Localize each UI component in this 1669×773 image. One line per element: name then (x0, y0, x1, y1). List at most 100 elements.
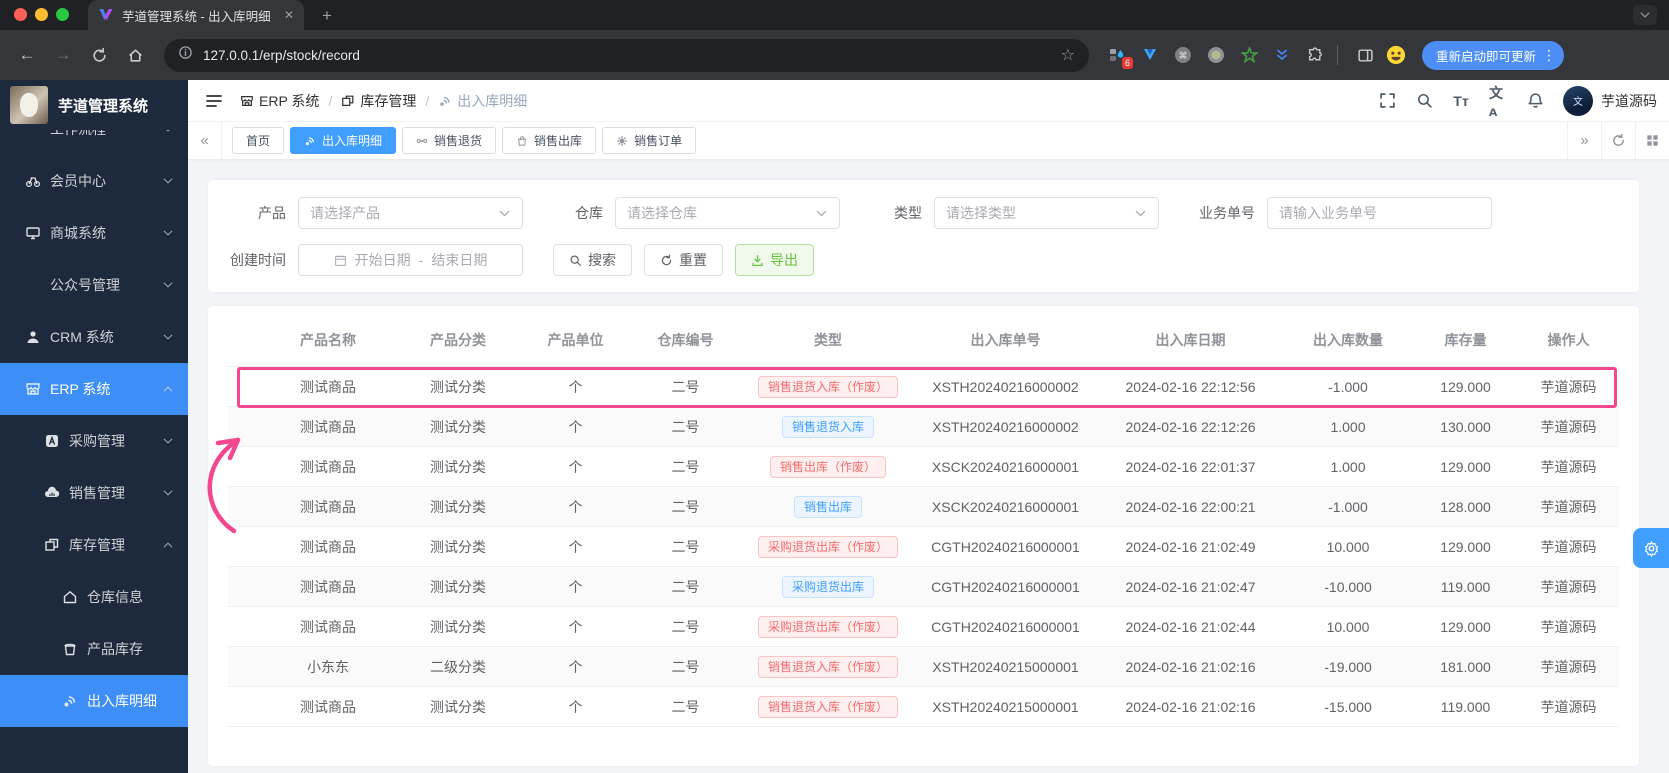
tags-layout-grid-icon[interactable] (1635, 122, 1669, 159)
chevrons-extension-icon[interactable] (1272, 45, 1292, 65)
star-extension-icon[interactable] (1239, 45, 1259, 65)
tags-scroll-left-icon[interactable]: « (188, 122, 222, 159)
table-row[interactable]: 测试商品测试分类个二号采购退货出库（作废）CGTH202402160000012… (228, 527, 1619, 567)
tab-销售退货[interactable]: 销售退货 (402, 127, 496, 154)
product-icon (62, 641, 78, 657)
cell-type: 销售退货入库（作废） (743, 687, 913, 727)
bizno-input[interactable]: 请输入业务单号 (1267, 197, 1492, 229)
language-icon[interactable]: 文ᴀ (1489, 92, 1507, 110)
cell-operator: 芋道源码 (1518, 407, 1619, 447)
bell-icon[interactable] (1526, 92, 1544, 110)
profile-avatar-icon[interactable] (1386, 45, 1406, 65)
sidebar-item-会员中心[interactable]: 会员中心 (0, 155, 188, 207)
sidebar-item-销售管理[interactable]: 销售管理 (0, 467, 188, 519)
table-row[interactable]: 测试商品测试分类个二号销售退货入库（作废）XSTH202402160000022… (228, 367, 1619, 407)
user-menu[interactable]: 文 芋道源码 (1563, 86, 1657, 116)
screenshot-root: 芋道管理系统 - 出入库明细 ✕ + ← → 127.0.0.1/erp/sto… (0, 0, 1669, 773)
type-select[interactable]: 请选择类型 (934, 197, 1159, 229)
sidebar-item-仓库信息[interactable]: 仓库信息 (0, 571, 188, 623)
tab-首页[interactable]: 首页 (232, 127, 284, 154)
product-select[interactable]: 请选择产品 (298, 197, 523, 229)
column-header: 产品分类 (393, 312, 523, 367)
sale-icon (44, 485, 60, 501)
window-minimize-button[interactable] (35, 8, 48, 21)
chrome-update-button[interactable]: 重新启动即可更新 ⋮ (1422, 41, 1564, 70)
window-close-button[interactable] (14, 8, 27, 21)
sidebar-item-ERP 系统[interactable]: ERP 系统 (0, 363, 188, 415)
forward-button[interactable]: → (48, 40, 78, 70)
tab-出入库明细[interactable]: 出入库明细 (290, 127, 396, 154)
sidebar-item-采购管理[interactable]: 采购管理 (0, 415, 188, 467)
table-row[interactable]: 测试商品测试分类个二号销售退货入库（作废）XSTH202402150000012… (228, 687, 1619, 727)
reload-button[interactable] (84, 40, 114, 70)
sidebar-item-产品库存[interactable]: 产品库存 (0, 623, 188, 675)
export-button[interactable]: 导出 (735, 244, 814, 276)
reset-button[interactable]: 重置 (644, 244, 723, 276)
tab-search-button[interactable] (1633, 5, 1657, 25)
cell-date: 2024-02-16 21:02:47 (1098, 567, 1283, 607)
kite-extension-icon[interactable] (1140, 45, 1160, 65)
site-info-icon[interactable] (178, 45, 193, 65)
url-text[interactable]: 127.0.0.1/erp/stock/record (203, 48, 1051, 63)
breadcrumb-item[interactable]: 库存管理 (341, 91, 416, 111)
warehouse-filter-label: 仓库 (569, 203, 603, 223)
chevron-down-icon (162, 279, 174, 291)
settings-gear-button[interactable] (1633, 528, 1669, 568)
adblock-extension-icon[interactable]: 6 (1107, 45, 1127, 65)
command-extension-icon[interactable]: ⌘ (1173, 45, 1193, 65)
circle-extension-icon[interactable] (1206, 45, 1226, 65)
update-button-label: 重新启动即可更新 (1436, 46, 1536, 65)
tab-close-icon[interactable]: ✕ (284, 8, 294, 22)
address-bar[interactable]: 127.0.0.1/erp/stock/record ☆ (164, 39, 1089, 72)
sidebar-item-label: 库存管理 (69, 535, 153, 555)
column-header: 产品单位 (523, 312, 628, 367)
bookmark-star-icon[interactable]: ☆ (1061, 45, 1075, 65)
cell-qty: -19.000 (1283, 647, 1413, 687)
sidebar-item-公众号管理[interactable]: 公众号管理 (0, 259, 188, 311)
breadcrumb-item[interactable]: ERP 系统 (240, 91, 319, 111)
fullscreen-icon[interactable] (1378, 92, 1396, 110)
reset-button-label: 重置 (679, 250, 707, 270)
cell-date: 2024-02-16 21:02:16 (1098, 687, 1283, 727)
sidebar-item-CRM 系统[interactable]: CRM 系统 (0, 311, 188, 363)
tab-销售订单[interactable]: 销售订单 (602, 127, 696, 154)
sidebar-item-出入库明细[interactable]: 出入库明细 (0, 675, 188, 727)
warehouse-select[interactable]: 请选择仓库 (615, 197, 840, 229)
table-row[interactable]: 测试商品测试分类个二号销售退货入库XSTH202402160000022024-… (228, 407, 1619, 447)
column-header: 出入库日期 (1098, 312, 1283, 367)
cell-warehouse: 二号 (628, 487, 743, 527)
cell-stock: 128.000 (1413, 487, 1518, 527)
cell-warehouse: 二号 (628, 687, 743, 727)
date-range-input[interactable]: 开始日期 - 结束日期 (298, 244, 523, 276)
home-button[interactable] (120, 40, 150, 70)
side-panel-icon[interactable] (1350, 40, 1380, 70)
tags-refresh-icon[interactable] (1601, 122, 1635, 159)
tab-销售出库[interactable]: 销售出库 (502, 127, 596, 154)
tags-scroll-right-icon[interactable]: » (1567, 122, 1601, 159)
search-icon[interactable] (1415, 92, 1433, 110)
return-icon (416, 135, 428, 147)
type-badge: 销售退货入库 (782, 416, 874, 438)
extensions-puzzle-icon[interactable] (1305, 45, 1325, 65)
table-row[interactable]: 测试商品测试分类个二号销售出库XSCK202402160000012024-02… (228, 487, 1619, 527)
search-button[interactable]: 搜索 (553, 244, 632, 276)
table-row[interactable]: 小东东二级分类个二号销售退货入库（作废）XSTH2024021500000120… (228, 647, 1619, 687)
window-zoom-button[interactable] (56, 8, 69, 21)
table-row[interactable]: 测试商品测试分类个二号采购退货出库CGTH202402160000012024-… (228, 567, 1619, 607)
cell-category: 测试分类 (393, 527, 523, 567)
browser-menu-kebab-icon[interactable]: ⋮ (1542, 47, 1556, 64)
new-tab-button[interactable]: + (316, 5, 338, 27)
table-row[interactable]: 测试商品测试分类个二号销售出库（作废）XSCK20240216000001202… (228, 447, 1619, 487)
sidebar-item-商城系统[interactable]: 商城系统 (0, 207, 188, 259)
back-button[interactable]: ← (12, 40, 42, 70)
collapse-menu-icon[interactable] (204, 91, 224, 111)
table-row[interactable]: 测试商品测试分类个二号采购退货出库（作废）CGTH202402160000012… (228, 607, 1619, 647)
filter-panel: 产品 请选择产品 仓库 请选择仓库 类型 请选择类型 (208, 180, 1639, 292)
browser-tab[interactable]: 芋道管理系统 - 出入库明细 ✕ (88, 0, 304, 30)
font-size-icon[interactable]: Tᴛ (1452, 92, 1470, 110)
sidebar-item-库存管理[interactable]: 库存管理 (0, 519, 188, 571)
user-avatar: 文 (1563, 86, 1593, 116)
cell-spacer (228, 407, 263, 447)
cell-qty: 10.000 (1283, 527, 1413, 567)
cell-date: 2024-02-16 22:00:21 (1098, 487, 1283, 527)
